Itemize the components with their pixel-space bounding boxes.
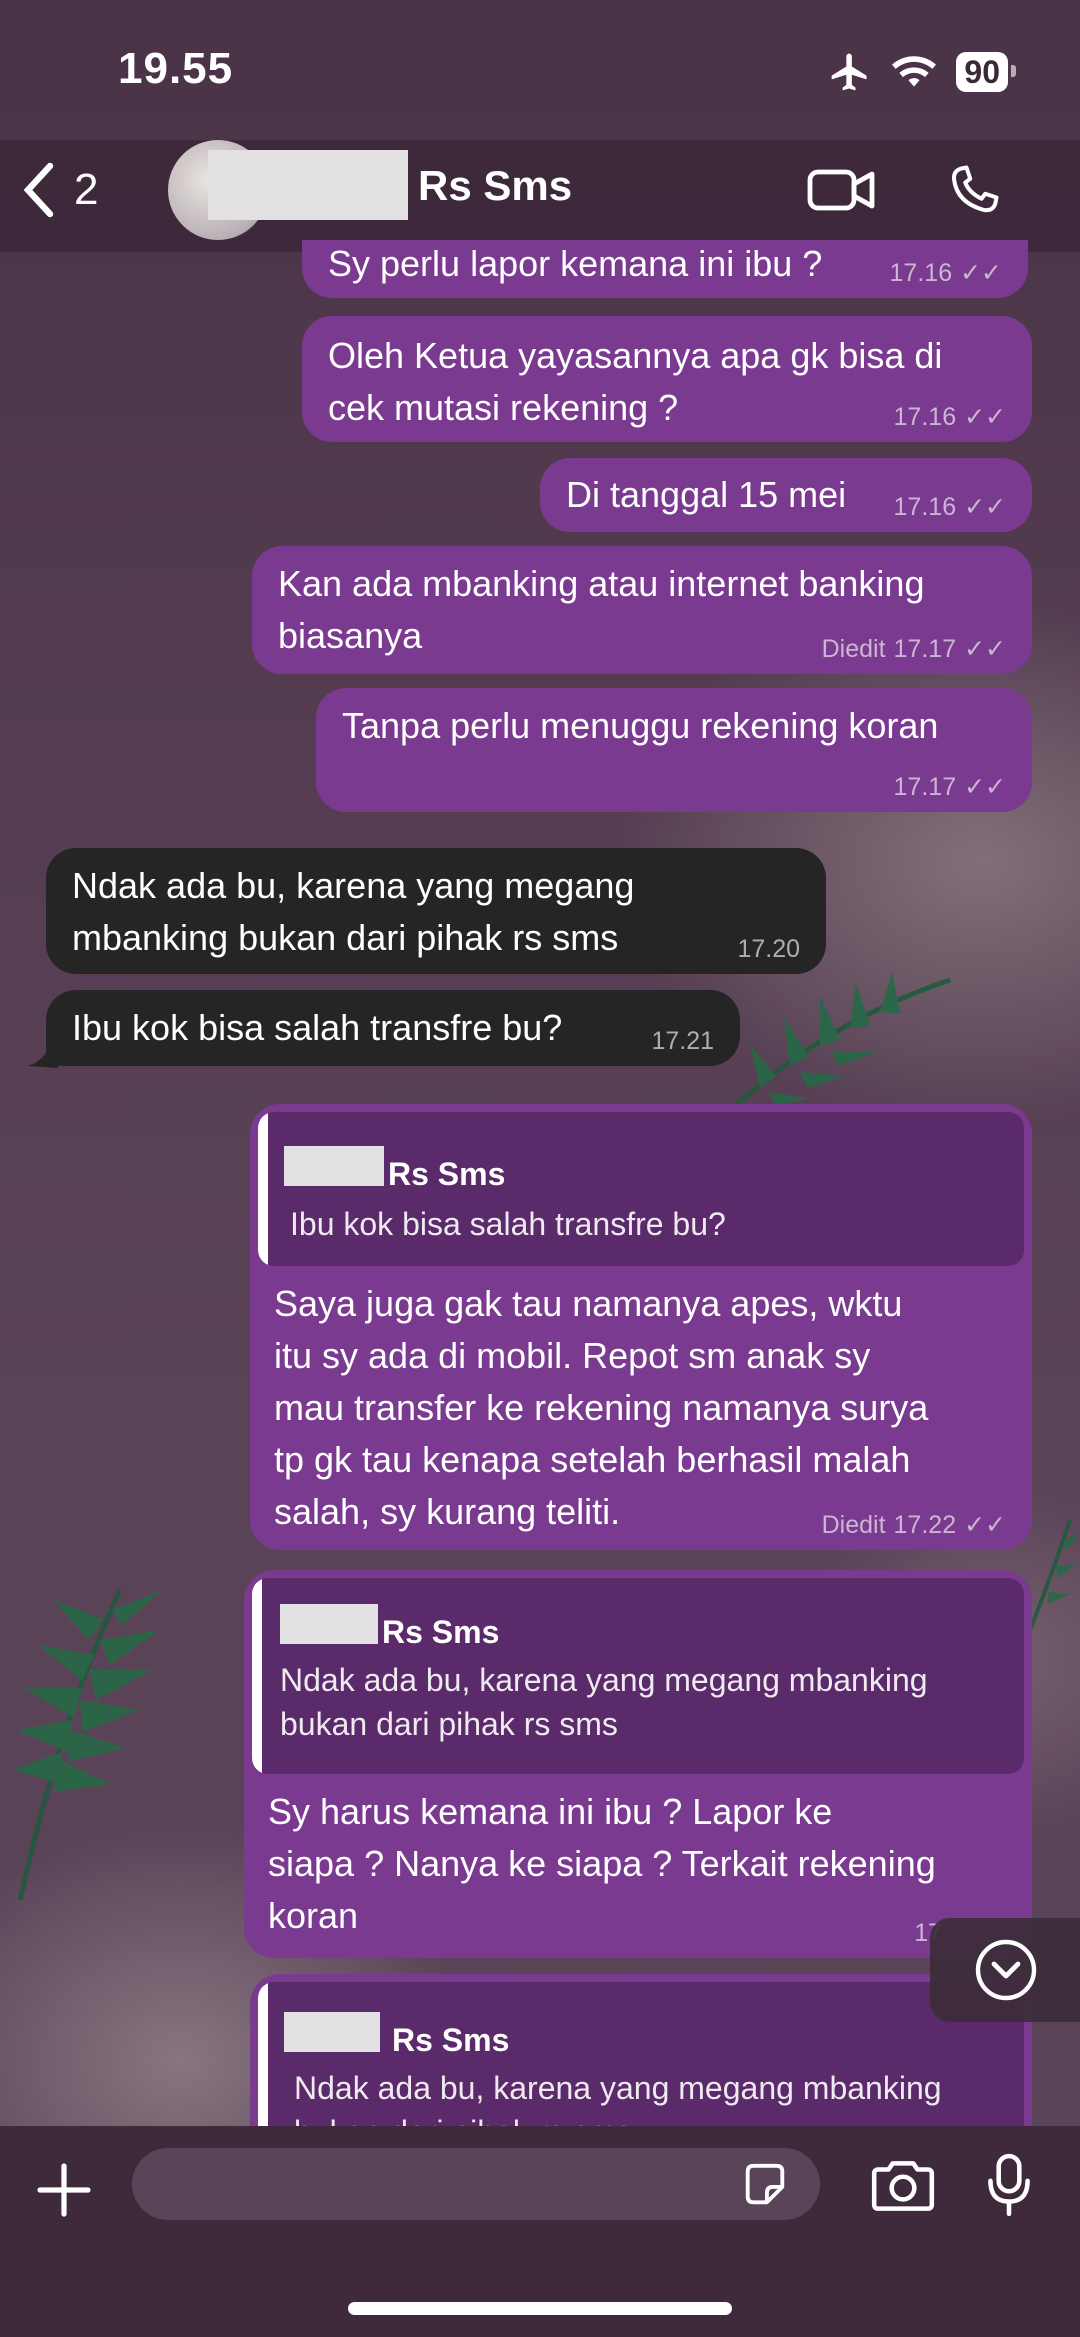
message-time: 17.20	[737, 935, 800, 963]
message-input[interactable]	[132, 2148, 820, 2220]
message-time: 17.17	[893, 773, 957, 801]
message-text-line: biasanya	[278, 615, 423, 656]
sticker-icon[interactable]	[740, 2160, 790, 2210]
quote-text-line: Ndak ada bu, karena yang megang mbanking	[280, 1662, 928, 1698]
quote-sender: Rs Sms	[382, 1614, 500, 1650]
message-bubble-outgoing[interactable]: Di tanggal 15 mei 17.16 ✓✓	[540, 458, 1032, 532]
camera-icon[interactable]	[868, 2156, 938, 2216]
message-bubble-outgoing-reply[interactable]: Rs Sms Ibu kok bisa salah transfre bu? S…	[250, 1104, 1032, 1550]
home-indicator	[348, 2302, 732, 2315]
bubble-tail	[28, 1042, 58, 1068]
quote-text-line: Ndak ada bu, karena yang megang mbanking	[294, 2070, 942, 2106]
message-time: 17.16	[893, 493, 957, 521]
message-time: 17.16	[889, 259, 953, 287]
chevron-down-circle-icon	[975, 1939, 1037, 2001]
status-time: 19.55	[118, 44, 234, 93]
airplane-icon	[832, 53, 867, 91]
plus-icon[interactable]	[36, 2162, 92, 2218]
quoted-message[interactable]: Rs Sms Ndak ada bu, karena yang megang m…	[252, 1578, 1024, 1774]
message-bubble-incoming[interactable]: Ndak ada bu, karena yang megang mbanking…	[46, 848, 826, 974]
message-time: 17.16	[893, 403, 957, 431]
message-text-line: tp gk tau kenapa setelah berhasil malah	[274, 1439, 911, 1480]
quote-sender: Rs Sms	[392, 2022, 510, 2058]
message-text: Di tanggal 15 mei	[566, 474, 847, 515]
message-bubble-outgoing[interactable]: Oleh Ketua yayasannya apa gk bisa di cek…	[302, 316, 1032, 442]
battery-indicator: 90	[956, 52, 1016, 92]
quote-sender: Rs Sms	[388, 1156, 506, 1192]
message-time: 17.21	[651, 1027, 714, 1055]
message-time: 17.17	[893, 635, 957, 663]
message-meta: Diedit 17.22 ✓✓	[822, 1510, 1006, 1540]
scroll-to-bottom-button[interactable]	[930, 1918, 1080, 2022]
back-count: 2	[74, 165, 99, 214]
message-text-line: koran	[268, 1895, 359, 1936]
message-text: Tanpa perlu menuggu rekening koran	[342, 705, 939, 746]
video-call-button[interactable]	[806, 162, 878, 218]
double-check-icon: ✓✓	[964, 773, 1006, 801]
quote-bar	[258, 1112, 268, 1266]
double-check-icon: ✓✓	[960, 259, 1002, 287]
status-icons: 90	[828, 50, 1016, 94]
wifi-icon	[892, 56, 937, 87]
message-text-line: Kan ada mbanking atau internet banking	[278, 563, 925, 604]
message-meta: 17.16 ✓✓	[890, 258, 1002, 288]
background-decoration	[12, 1588, 162, 1901]
redacted-name	[208, 150, 408, 220]
message-meta: Diedit 17.17 ✓✓	[822, 634, 1006, 664]
message-bubble-outgoing[interactable]: Kan ada mbanking atau internet banking b…	[252, 546, 1032, 674]
message-text: Sy perlu lapor kemana ini ibu ?	[328, 243, 823, 284]
redacted-name	[284, 1146, 384, 1186]
chat-header: 2 Rs Sms	[0, 140, 1080, 252]
microphone-icon[interactable]	[984, 2152, 1034, 2218]
message-meta: 17.20	[737, 934, 800, 964]
edited-label: Diedit	[821, 635, 886, 663]
message-meta: 17.17 ✓✓	[894, 772, 1006, 802]
message-bubble-outgoing-reply[interactable]: Rs Sms Ndak ada bu, karena yang megang m…	[244, 1570, 1032, 1958]
double-check-icon: ✓✓	[964, 1511, 1006, 1539]
message-text-line: Saya juga gak tau namanya apes, wktu	[274, 1283, 903, 1324]
message-text-line: salah, sy kurang teliti.	[274, 1491, 621, 1532]
double-check-icon: ✓✓	[964, 635, 1006, 663]
double-check-icon: ✓✓	[964, 493, 1006, 521]
quote-text: Ibu kok bisa salah transfre bu?	[290, 1206, 726, 1242]
chat-title[interactable]: Rs Sms	[418, 162, 572, 210]
quoted-message[interactable]: Rs Sms Ibu kok bisa salah transfre bu?	[258, 1112, 1024, 1266]
message-text-line: siapa ? Nanya ke siapa ? Terkait rekenin…	[268, 1843, 936, 1884]
message-text-line: mbanking bukan dari pihak rs sms	[72, 917, 619, 958]
message-text-line: itu sy ada di mobil. Repot sm anak sy	[274, 1335, 871, 1376]
double-check-icon: ✓✓	[964, 403, 1006, 431]
message-time: 17.22	[893, 1511, 957, 1539]
message-text-line: Ndak ada bu, karena yang megang	[72, 865, 635, 906]
message-meta: 17.16 ✓✓	[894, 492, 1006, 522]
message-text-line: Sy harus kemana ini ibu ? Lapor ke	[268, 1791, 833, 1832]
redacted-name	[284, 2012, 380, 2052]
message-text: Ibu kok bisa salah transfre bu?	[72, 1007, 563, 1048]
message-text-line: cek mutasi rekening ?	[328, 387, 679, 428]
edited-label: Diedit	[821, 1511, 886, 1539]
message-text-line: Oleh Ketua yayasannya apa gk bisa di	[328, 335, 943, 376]
redacted-name	[280, 1604, 378, 1644]
message-meta: 17.21	[651, 1026, 714, 1056]
message-bubble-incoming[interactable]: Ibu kok bisa salah transfre bu? 17.21	[46, 990, 740, 1066]
quote-bar	[252, 1578, 262, 1774]
quote-text-line: bukan dari pihak rs sms	[280, 1706, 618, 1742]
message-meta: 17.16 ✓✓	[894, 402, 1006, 432]
status-bar: 19.55 90	[0, 0, 1080, 150]
message-bubble-outgoing[interactable]: Tanpa perlu menuggu rekening koran 17.17…	[316, 688, 1032, 812]
back-button[interactable]: 2	[20, 162, 98, 218]
message-text-line: mau transfer ke rekening namanya surya	[274, 1387, 929, 1428]
phone-call-button[interactable]	[944, 160, 1004, 220]
message-bubble-outgoing[interactable]: Sy perlu lapor kemana ini ibu ? 17.16 ✓✓	[302, 240, 1028, 298]
chevron-left-icon	[23, 162, 54, 218]
